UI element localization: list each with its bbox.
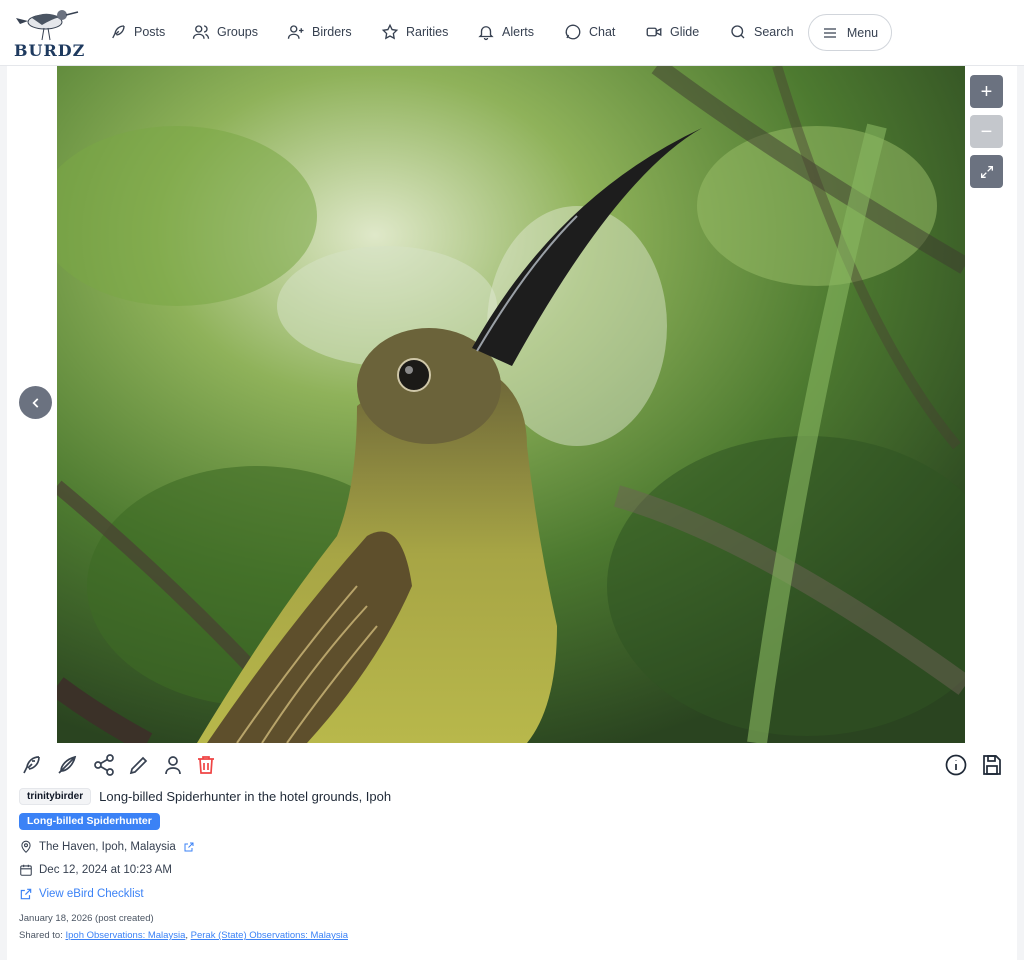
nav-rarities[interactable]: Rarities bbox=[381, 20, 448, 44]
burdz-logo[interactable]: BURDZ bbox=[12, 4, 86, 60]
calendar-icon bbox=[20, 864, 32, 876]
post-caption: Long-billed Spiderhunter in the hotel gr… bbox=[99, 789, 392, 804]
nav-chat[interactable]: Chat bbox=[564, 20, 615, 44]
feather-action-button[interactable] bbox=[55, 753, 79, 777]
bird-logo-icon bbox=[16, 10, 79, 41]
share-button[interactable] bbox=[92, 753, 116, 777]
users-icon bbox=[192, 25, 210, 39]
external-link-icon bbox=[20, 888, 32, 900]
save-button[interactable] bbox=[980, 753, 1004, 777]
zoom-in-button[interactable]: + bbox=[970, 75, 1003, 108]
delete-button[interactable] bbox=[194, 753, 218, 777]
species-tag[interactable]: Long-billed Spiderhunter bbox=[19, 813, 160, 830]
search-icon bbox=[731, 25, 745, 39]
bird-photo[interactable] bbox=[57, 66, 965, 743]
bird-photo-illustration bbox=[57, 66, 965, 743]
chevron-left-icon bbox=[31, 397, 38, 408]
nav-rarities-label: Rarities bbox=[406, 25, 449, 39]
bell-icon bbox=[478, 26, 494, 41]
nav-posts[interactable]: Posts bbox=[109, 20, 165, 44]
ebird-checklist-link[interactable]: View eBird Checklist bbox=[39, 888, 144, 900]
nav-glide[interactable]: Glide bbox=[645, 20, 699, 44]
location-row: The Haven, Ipoh, Malaysia bbox=[19, 840, 195, 854]
shared-separator: , bbox=[185, 930, 188, 941]
hamburger-icon bbox=[823, 27, 836, 38]
brand-name: BURDZ bbox=[14, 41, 86, 60]
nav-posts-label: Posts bbox=[134, 25, 166, 39]
nav-chat-label: Chat bbox=[589, 25, 616, 39]
post-created-note: January 18, 2026 (post created) bbox=[19, 913, 154, 924]
nav-birders-label: Birders bbox=[312, 25, 352, 39]
zoom-out-button[interactable]: − bbox=[970, 115, 1003, 148]
user-icon bbox=[165, 756, 181, 775]
photo-viewer: + − bbox=[7, 66, 1017, 743]
save-icon bbox=[983, 755, 1001, 775]
top-navigation-bar: BURDZ Posts Groups Birders Rarities Aler… bbox=[0, 0, 1024, 66]
edit-button[interactable] bbox=[127, 753, 151, 777]
bird-icon bbox=[23, 756, 40, 774]
info-button[interactable] bbox=[944, 753, 968, 777]
nav-birders[interactable]: Birders bbox=[287, 20, 352, 44]
menu-button-label: Menu bbox=[846, 25, 879, 40]
shared-to-row: Shared to: Ipoh Observations: Malaysia, … bbox=[19, 930, 348, 941]
shared-to-label: Shared to: bbox=[19, 930, 63, 941]
edit-icon bbox=[129, 756, 148, 775]
nav-glide-label: Glide bbox=[670, 25, 700, 39]
plus-icon: + bbox=[980, 80, 993, 103]
nav-alerts-label: Alerts bbox=[502, 25, 534, 39]
share-icon bbox=[94, 754, 114, 776]
shared-group-link[interactable]: Perak (State) Observations: Malaysia bbox=[191, 930, 348, 941]
fullscreen-button[interactable] bbox=[970, 155, 1003, 188]
previous-photo-button[interactable] bbox=[19, 386, 52, 419]
nav-search-label: Search bbox=[754, 25, 794, 39]
trash-icon bbox=[198, 756, 214, 774]
video-icon bbox=[646, 27, 662, 37]
observed-date: Dec 12, 2024 at 10:23 AM bbox=[39, 864, 172, 876]
bird-action-button[interactable] bbox=[19, 753, 43, 777]
ebird-link-row[interactable]: View eBird Checklist bbox=[19, 887, 144, 901]
user-plus-icon bbox=[287, 25, 304, 39]
external-link-icon[interactable] bbox=[183, 841, 195, 853]
feather-icon bbox=[112, 25, 125, 39]
feather-icon bbox=[58, 755, 77, 774]
profile-button[interactable] bbox=[161, 753, 185, 777]
post-caption-row: trinitybirder Long-billed Spiderhunter i… bbox=[19, 788, 391, 805]
nav-alerts[interactable]: Alerts bbox=[477, 20, 534, 44]
star-icon bbox=[381, 23, 399, 40]
nav-search[interactable]: Search bbox=[729, 20, 794, 44]
username-chip[interactable]: trinitybirder bbox=[19, 788, 92, 805]
chat-bubble-icon bbox=[565, 24, 581, 40]
location-text: The Haven, Ipoh, Malaysia bbox=[39, 841, 176, 853]
menu-button[interactable]: Menu bbox=[808, 14, 892, 51]
nav-groups-label: Groups bbox=[217, 25, 258, 39]
nav-groups[interactable]: Groups bbox=[192, 20, 258, 44]
minus-icon: − bbox=[980, 120, 993, 143]
post-info-panel: trinitybirder Long-billed Spiderhunter i… bbox=[7, 743, 1017, 960]
info-icon bbox=[945, 754, 967, 776]
expand-icon bbox=[980, 165, 993, 178]
shared-group-link[interactable]: Ipoh Observations: Malaysia bbox=[65, 930, 185, 941]
map-pin-icon bbox=[21, 840, 31, 853]
date-row: Dec 12, 2024 at 10:23 AM bbox=[19, 863, 172, 877]
